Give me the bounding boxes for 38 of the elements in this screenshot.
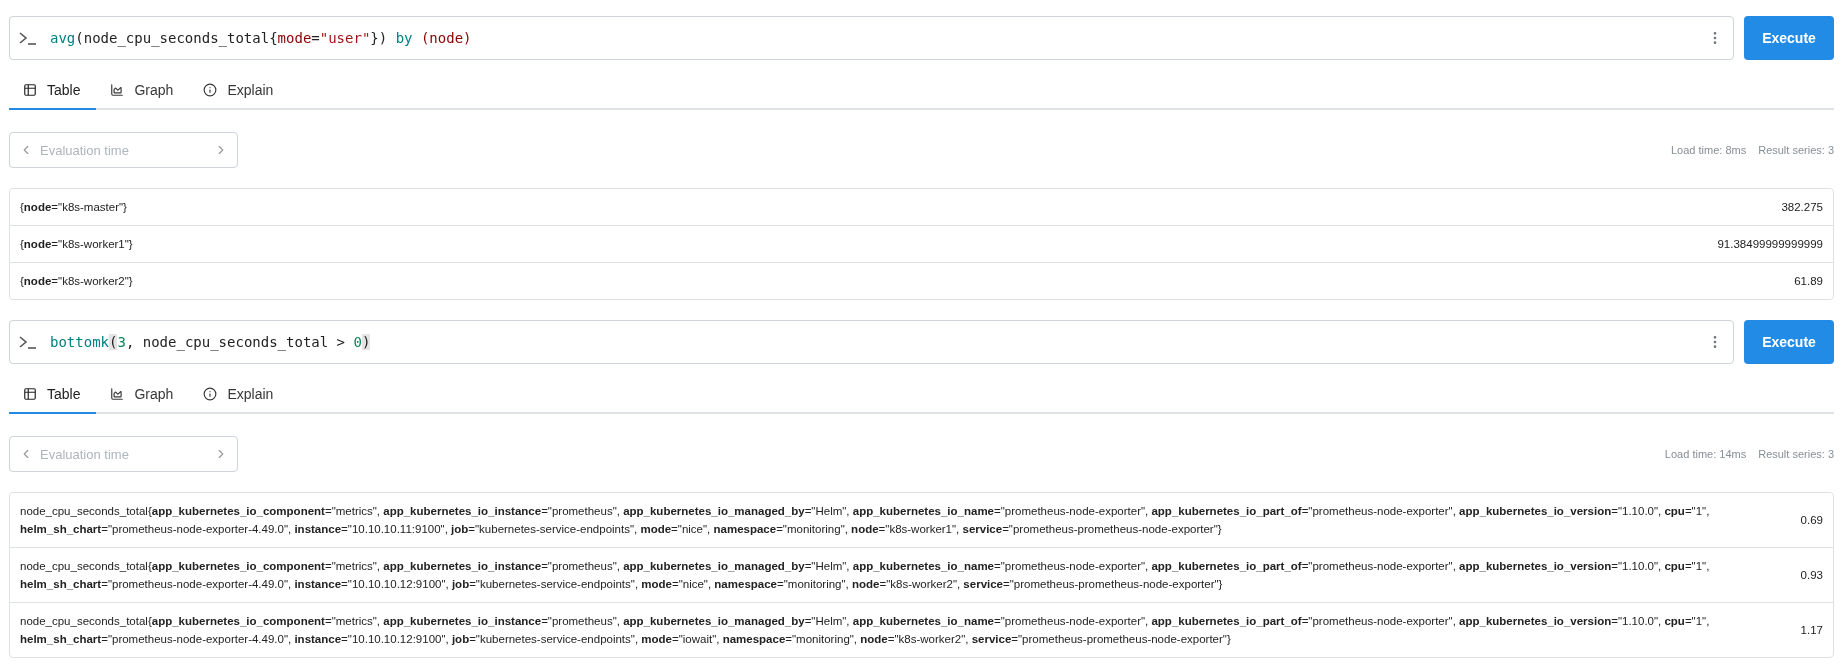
query-field[interactable]: bottomk(3, node_cpu_seconds_total > 0): [9, 320, 1734, 364]
tab[interactable]: Explain: [189, 72, 290, 110]
series-cell-text: {node="k8s-worker1"}: [20, 237, 134, 252]
execute-button[interactable]: Execute: [1744, 320, 1834, 364]
value-cell: 0.69: [1800, 514, 1823, 526]
series-cell-text: node_cpu_seconds_total{app_kubernetes_io_component="metrics", app_kubernetes_io_instance="prometheus", app_kubernetes_io_managed_by="Helm", app_kubernetes_io_name="prometheus-node-exporter", app_kubernetes_io_part_of="prometheus-node-exporter", app_kubernetes_io_version="1.10.0", cpu="1", helm_sh_chart="prometheus-node-exporter-4.49.0", instance="10.10.10.12:9100", job="kubernetes-service-endpoints", mode="iowait", namespace="monitoring", node="k8s-worker2", service="prometheus-prometheus-node-exporter"}: [20, 614, 1711, 647]
series-cell-text: node_cpu_seconds_total{app_kubernetes_io_component="metrics", app_kubernetes_io_instance="prometheus", app_kubernetes_io_managed_by="Helm", app_kubernetes_io_name="prometheus-node-exporter", app_kubernetes_io_part_of="prometheus-node-exporter", app_kubernetes_io_version="1.10.0", cpu="1", helm_sh_chart="prometheus-node-exporter-4.49.0", instance="10.10.10.12:9100", job="kubernetes-service-endpoints", mode="nice", namespace="monitoring", node="k8s-worker2", service="prometheus-prometheus-node-exporter"}: [20, 559, 1711, 592]
evaluation-time-field[interactable]: Evaluation time: [9, 132, 238, 168]
tab[interactable]: Graph: [96, 72, 190, 110]
series-cell-text: {node="k8s-master"}: [20, 200, 128, 215]
load-time: Load time: 14ms: [1664, 448, 1747, 460]
table-icon: [23, 387, 37, 401]
chart-icon: [110, 387, 125, 401]
chart-icon: [110, 83, 125, 97]
value-cell: 91.38499999999999: [1717, 238, 1823, 250]
terminal-prompt-icon: [18, 334, 38, 350]
tab[interactable]: Explain: [189, 376, 290, 414]
value-cell: 382.275: [1781, 201, 1823, 213]
query-text: bottomk(3, node_cpu_seconds_total > 0): [50, 334, 372, 350]
load-time: Load time: 8ms: [1671, 144, 1747, 156]
tab[interactable]: Table: [9, 376, 97, 414]
series-cell-text: node_cpu_seconds_total{app_kubernetes_io_component="metrics", app_kubernetes_io_instance="prometheus", app_kubernetes_io_managed_by="Helm", app_kubernetes_io_name="prometheus-node-exporter", app_kubernetes_io_part_of="prometheus-node-exporter", app_kubernetes_io_version="1.10.0", cpu="1", helm_sh_chart="prometheus-node-exporter-4.49.0", instance="10.10.10.11:9100", job="kubernetes-service-endpoints", mode="nice", namespace="monitoring", node="k8s-worker1", service="prometheus-prometheus-node-exporter"}: [20, 504, 1711, 537]
terminal-prompt-icon: [18, 30, 38, 46]
query-text: avg(node_cpu_seconds_total{mode="user"}) by (node): [50, 30, 473, 46]
info-icon: [203, 83, 218, 97]
table-icon: [23, 83, 37, 97]
value-cell: 61.89: [1794, 275, 1823, 287]
result-series: Result series: 3: [1758, 448, 1834, 460]
info-icon: [203, 387, 218, 401]
value-cell: 1.17: [1800, 624, 1823, 636]
tab[interactable]: Table: [9, 72, 97, 110]
query-field[interactable]: avg(node_cpu_seconds_total{mode="user"}) by (node): [9, 16, 1734, 60]
evaluation-time-field[interactable]: Evaluation time: [9, 436, 238, 472]
execute-button[interactable]: Execute: [1744, 16, 1834, 60]
result-series: Result series: 3: [1758, 144, 1834, 156]
tab[interactable]: Graph: [96, 376, 190, 414]
value-cell: 0.93: [1800, 569, 1823, 581]
series-cell-text: {node="k8s-worker2"}: [20, 274, 134, 289]
